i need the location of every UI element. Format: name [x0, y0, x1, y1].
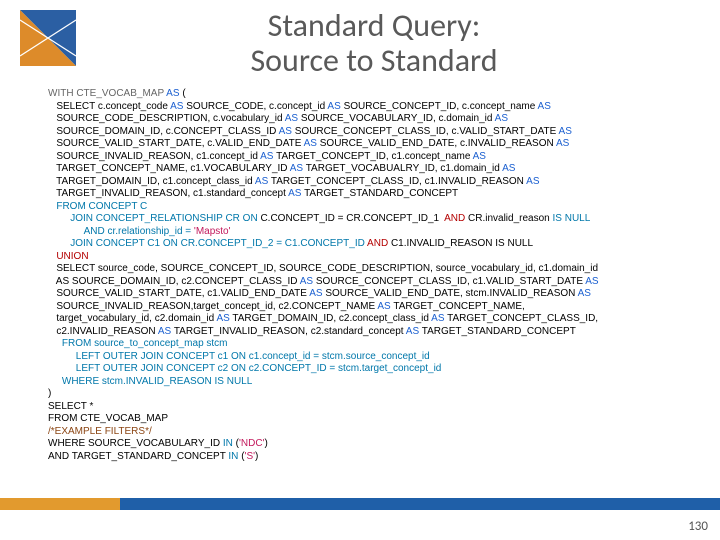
footer-accent — [0, 498, 120, 510]
title-line-2: Source to Standard — [88, 43, 660, 78]
title-block: Standard Query: Source to Standard — [88, 8, 720, 78]
slide-header: Standard Query: Source to Standard — [0, 0, 720, 78]
page-number: 130 — [688, 519, 708, 534]
title-line-1: Standard Query: — [88, 8, 660, 43]
sql-code-block: WITH CTE_VOCAB_MAP AS ( SELECT c.concept… — [48, 88, 720, 463]
slide: { "title": {"line1": "Standard Query:", … — [0, 0, 720, 540]
logo-icon — [20, 10, 76, 66]
